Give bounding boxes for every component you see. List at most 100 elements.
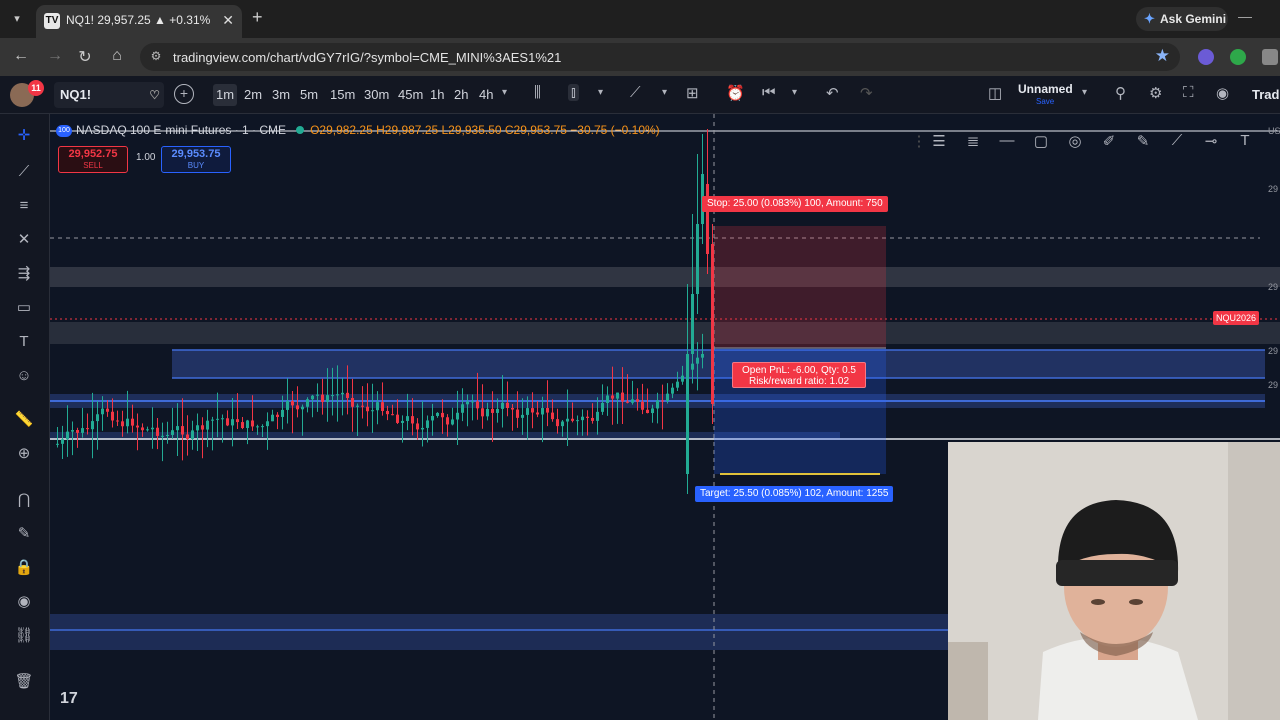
close-icon[interactable]: ✕ — [222, 12, 234, 29]
timeframe-1m[interactable]: 1m — [213, 84, 238, 106]
compare-plus-icon[interactable]: + — [174, 84, 194, 104]
candle-body — [706, 184, 709, 254]
ask-gemini-button[interactable]: ✦ Ask Gemini — [1136, 7, 1228, 31]
timeframe-5m[interactable]: 5m — [297, 84, 321, 106]
candle-body — [606, 395, 609, 403]
chevron-down-icon[interactable]: ▾ — [502, 87, 507, 98]
candle-body — [431, 415, 434, 421]
timeframe-3m[interactable]: 3m — [269, 84, 293, 106]
timeframe-2h[interactable]: 2h — [451, 84, 471, 106]
indicators-icon[interactable]: ⟋ — [630, 84, 641, 101]
candle-body — [206, 420, 209, 430]
trade-button[interactable]: Trad — [1252, 87, 1279, 102]
undo-icon[interactable]: ↶ — [826, 84, 839, 102]
chevron-down-icon[interactable]: ▾ — [598, 87, 603, 98]
site-info-icon[interactable]: ⚙ — [148, 49, 164, 65]
layout-grid-icon[interactable]: ⊞ — [686, 84, 699, 102]
chevron-down-icon[interactable]: ▾ — [1082, 87, 1087, 98]
line-icon[interactable]: ⟋ — [1166, 132, 1188, 149]
lock-icon[interactable]: 🔒 — [12, 556, 36, 580]
candle-body — [121, 421, 124, 427]
forward-icon[interactable]: → — [44, 47, 66, 65]
shapes-icon[interactable]: ▭ — [12, 296, 36, 320]
link-icon[interactable]: ⛓ — [12, 624, 36, 648]
target-label[interactable]: Target: 25.50 (0.085%) 102, Amount: 1255 — [695, 486, 894, 502]
candle-body — [646, 409, 649, 414]
candle-body — [151, 427, 154, 430]
layout-name[interactable]: Unnamed — [1018, 82, 1073, 96]
drag-handle-icon[interactable]: ⋮ — [908, 132, 930, 150]
brush-icon[interactable]: ✐ — [1098, 132, 1120, 150]
fib-retracement-icon[interactable]: ≡ — [12, 194, 36, 218]
trash-icon[interactable]: 🗑 — [12, 670, 36, 694]
timeframe-4h[interactable]: 4h — [476, 84, 496, 106]
timeframe-45m[interactable]: 45m — [395, 84, 426, 106]
ruler-icon[interactable]: 📏 — [12, 408, 36, 432]
camera-icon[interactable]: ◉ — [1216, 84, 1229, 102]
alert-icon[interactable]: ⏰ — [726, 84, 745, 102]
rectangle-icon[interactable]: ▢ — [1030, 132, 1052, 150]
symbol-search[interactable]: NQ1! ♡ — [54, 82, 164, 108]
prediction-icon[interactable]: ⇶ — [12, 262, 36, 286]
candle-body — [601, 402, 604, 412]
candle-body — [391, 414, 394, 416]
candles-icon[interactable]: ⫾ — [568, 84, 579, 101]
extension-icon[interactable] — [1230, 49, 1246, 65]
fullscreen-icon[interactable]: ⛶ — [1183, 84, 1194, 101]
price-axis-label: 29 — [1268, 380, 1279, 390]
timeframe-15m[interactable]: 15m — [327, 84, 358, 106]
candle-body — [436, 412, 439, 416]
settings-lines-icon[interactable]: ☰ — [928, 132, 950, 150]
candle-body — [641, 401, 644, 410]
back-icon[interactable]: ← — [10, 47, 32, 65]
settings-icon[interactable]: ⚙ — [1149, 84, 1162, 102]
order-quantity[interactable]: 1.00 — [136, 152, 155, 163]
candle-body — [161, 435, 164, 437]
pattern-icon[interactable]: ✕ — [12, 228, 36, 252]
chevron-down-icon[interactable]: ▾ — [662, 87, 667, 98]
chart-legend[interactable]: 100 NASDAQ 100 E-mini Futures · 1 · CME O2… — [56, 123, 660, 137]
pencil-lock-icon[interactable]: ✎ — [12, 522, 36, 546]
timeframe-2m[interactable]: 2m — [241, 84, 265, 106]
circle-icon[interactable]: ◎ — [1064, 132, 1086, 150]
panel-icon[interactable]: ◫ — [988, 84, 1002, 102]
sell-button[interactable]: 29,952.75 SELL — [58, 146, 128, 173]
crosshair-icon[interactable]: ✛ — [12, 124, 36, 148]
emoji-icon[interactable]: ☺ — [12, 364, 36, 388]
bookmark-star-icon[interactable]: ★ — [1155, 46, 1170, 66]
eye-icon[interactable]: ◉ — [12, 590, 36, 614]
horizontal-line-icon[interactable]: — — [996, 132, 1018, 149]
replay-icon[interactable]: ⏮ — [762, 84, 776, 101]
pen-icon[interactable]: ✎ — [1132, 132, 1154, 150]
magnet-icon[interactable]: ⋂ — [12, 488, 36, 512]
heart-icon[interactable]: ♡ — [149, 82, 160, 108]
candle-body — [681, 375, 684, 382]
browser-tab[interactable]: TV NQ1! 29,957.25 ▲ +0.31% Unnamed ✕ — [36, 5, 242, 38]
tradingview-logo[interactable]: 17 — [60, 690, 78, 708]
extension-icon[interactable] — [1262, 49, 1278, 65]
text-icon[interactable]: T — [12, 330, 36, 354]
stop-label[interactable]: Stop: 25.00 (0.083%) 100, Amount: 750 — [702, 196, 888, 212]
ray-icon[interactable]: ⊸ — [1200, 132, 1222, 150]
home-icon[interactable]: ⌂ — [106, 47, 128, 65]
extension-icon[interactable] — [1198, 49, 1214, 65]
timeframe-1h[interactable]: 1h — [427, 84, 447, 106]
bar-style-icon[interactable]: ⫼ — [534, 84, 541, 101]
candle-body — [571, 418, 574, 421]
redo-icon[interactable]: ↷ — [860, 84, 873, 102]
search-icon[interactable]: ⚲ — [1115, 84, 1126, 102]
trend-line-icon[interactable]: ⟋ — [12, 160, 36, 184]
buy-button[interactable]: 29,953.75 BUY — [161, 146, 231, 173]
text-tool-icon[interactable]: T — [1234, 132, 1256, 149]
candle-body — [271, 414, 274, 422]
pnl-label[interactable]: Open PnL: -6.00, Qty: 0.5 Risk/reward ra… — [732, 362, 866, 388]
plus-icon[interactable]: + — [252, 7, 263, 28]
address-bar[interactable]: ⚙ tradingview.com/chart/vdGY7rIG/?symbol… — [140, 43, 1180, 71]
reload-icon[interactable]: ↻ — [74, 47, 96, 67]
zoom-in-icon[interactable]: ⊕ — [12, 442, 36, 466]
minimize-icon[interactable]: — — [1238, 8, 1252, 24]
timeframe-30m[interactable]: 30m — [361, 84, 392, 106]
chevron-down-icon[interactable]: ▾ — [792, 87, 797, 98]
tab-search-icon[interactable]: ▾ — [6, 8, 28, 30]
fib-icon[interactable]: ≣ — [962, 132, 984, 150]
